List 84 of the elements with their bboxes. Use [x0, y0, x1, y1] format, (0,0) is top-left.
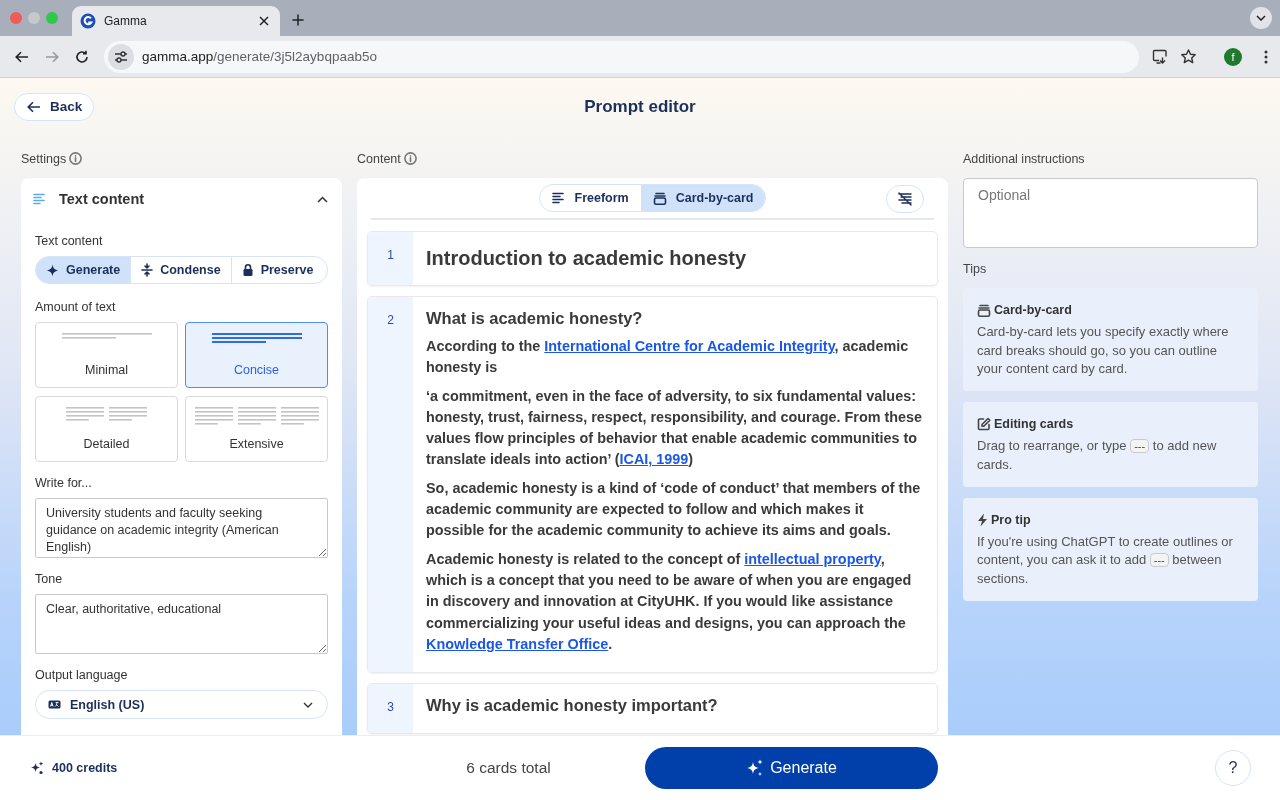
section-label: Content: [357, 151, 401, 166]
text-lines-icon: [551, 192, 566, 204]
chevron-down-icon: [1256, 15, 1266, 21]
lightning-bolt-icon: [977, 512, 988, 527]
code-snippet: ---: [1149, 553, 1169, 568]
mode-option[interactable]: Condense: [131, 257, 232, 283]
new-tab-icon[interactable]: [292, 14, 304, 26]
page-title: Prompt editor: [584, 96, 696, 117]
field-label: Output language: [35, 668, 129, 682]
card-title: What is academic honesty?: [426, 309, 644, 328]
more-menu-icon[interactable]: [1264, 49, 1268, 64]
view-tab[interactable]: Freeform: [539, 185, 641, 211]
paragraph: According to the International Centre for Academic Integrity, academic honesty is: [426, 337, 910, 378]
card-stack-icon: [652, 191, 667, 205]
card-number: 3: [368, 684, 413, 734]
strikethrough-lines-icon: [897, 192, 913, 206]
text-lines-icon: [33, 193, 47, 205]
card-number: 1: [368, 232, 413, 285]
chevron-up-icon[interactable]: [317, 195, 328, 203]
paragraph: Academic honesty is related to the concept of intellectual property, which is a concept that you need to be aware of when you are engaged in discovery and innovation at CityUHK. If you would like assistance commercializing your useful ideas and designs, you can approach the Knowledge Transfer Office.: [426, 549, 913, 654]
tip-title: Pro tip: [991, 512, 1031, 527]
tip-title: Editing cards: [994, 417, 1074, 432]
install-app-icon[interactable]: [1152, 49, 1168, 64]
field-label: Tone: [35, 572, 64, 586]
audience-field[interactable]: University students and faculty seeking guidance on academic integrity (American English): [35, 498, 328, 558]
arrow-left-icon: [27, 100, 41, 113]
paragraph: ‘a commitment, even in the face of adversity, to six fundamental values: honesty, trust, fairness, respect, responsibility, and courage. From these values flow principles of behavior that enable academic communities to translate ideals into action’ (ICAI, 1999): [426, 386, 923, 470]
address-bar[interactable]: gamma.app/generate/3j5l2aybqpaab5o: [104, 40, 1139, 73]
card-number: 2: [368, 297, 413, 673]
tip-text: Drag to rearrange, or type --- to add new cards.: [977, 437, 1218, 474]
tab-title: Gamma: [104, 14, 148, 28]
paragraph: So, academic honesty is a kind of ‘code of conduct’ that members of the academic community are expected to follow and which makes it possible for the academic community to achieve its aims and goals.: [426, 478, 922, 541]
mode-option[interactable]: Generate: [36, 257, 132, 283]
tip-title: Card-by-card: [994, 303, 1072, 317]
browser-tab[interactable]: Gamma: [72, 6, 280, 36]
site-settings-button[interactable]: [108, 43, 134, 70]
profile-avatar[interactable]: f: [1224, 47, 1242, 66]
lock-icon: [241, 263, 254, 277]
credits-counter: 400 credits: [21, 761, 342, 775]
view-tab[interactable]: Card-by-card: [640, 185, 766, 211]
back-button[interactable]: Back: [14, 92, 95, 121]
card-title: Why is academic honesty important?: [426, 696, 719, 716]
card-count: 6 cards total: [465, 759, 552, 777]
app-logo-icon: [80, 13, 96, 29]
instructions-field[interactable]: Optional: [963, 178, 1258, 248]
panel-title: Text content: [59, 191, 146, 207]
field-label: Text content: [35, 234, 104, 248]
mode-option[interactable]: Preserve: [231, 257, 327, 283]
help-button[interactable]: ?: [1215, 750, 1251, 786]
clear-formatting-button[interactable]: [886, 185, 924, 213]
sparkle-icon: [46, 263, 59, 277]
star-icon[interactable]: [1181, 49, 1196, 64]
amount-option[interactable]: Minimal: [35, 322, 178, 388]
reload-icon[interactable]: [75, 49, 89, 64]
sliders-icon: [114, 50, 128, 63]
field-label: Amount of text: [35, 300, 117, 314]
generate-button[interactable]: Generate: [645, 747, 938, 789]
section-label: Tips: [963, 262, 988, 276]
info-icon: [69, 152, 83, 165]
language-icon: [48, 700, 61, 709]
close-icon[interactable]: [259, 16, 269, 26]
card-title: Introduction to academic honesty: [426, 247, 748, 270]
tip-text: Card-by-card lets you specify exactly where card breaks should go, so you can outline your content card by card.: [977, 323, 1230, 379]
section-label: Additional instructions: [963, 151, 1085, 166]
amount-option[interactable]: Concise: [185, 322, 328, 388]
link[interactable]: International Centre for Academic Integrity: [544, 338, 835, 354]
condense-icon: [141, 263, 154, 277]
amount-option[interactable]: Detailed: [35, 396, 178, 462]
section-label: Settings: [21, 151, 67, 166]
field-label: Write for...: [35, 476, 93, 490]
info-icon: [403, 152, 417, 165]
code-snippet: ---: [1130, 439, 1150, 454]
link[interactable]: Knowledge Transfer Office: [426, 635, 609, 652]
card-stack-icon: [977, 303, 991, 317]
url-text: gamma.app/generate/3j5l2aybqpaab5o: [142, 49, 377, 64]
link[interactable]: intellectual property: [744, 550, 881, 567]
tone-field[interactable]: Clear, authoritative, educational: [35, 594, 328, 654]
amount-option[interactable]: Extensive: [185, 396, 328, 462]
pencil-square-icon: [977, 417, 991, 432]
tip-text: If you're using ChatGPT to create outlines or content, you can ask it to add --- between sections.: [977, 532, 1234, 588]
sparkles-icon: [30, 761, 44, 775]
tab-search-button[interactable]: [1250, 7, 1272, 29]
chevron-down-icon: [303, 701, 313, 708]
back-arrow-icon[interactable]: [15, 50, 29, 63]
